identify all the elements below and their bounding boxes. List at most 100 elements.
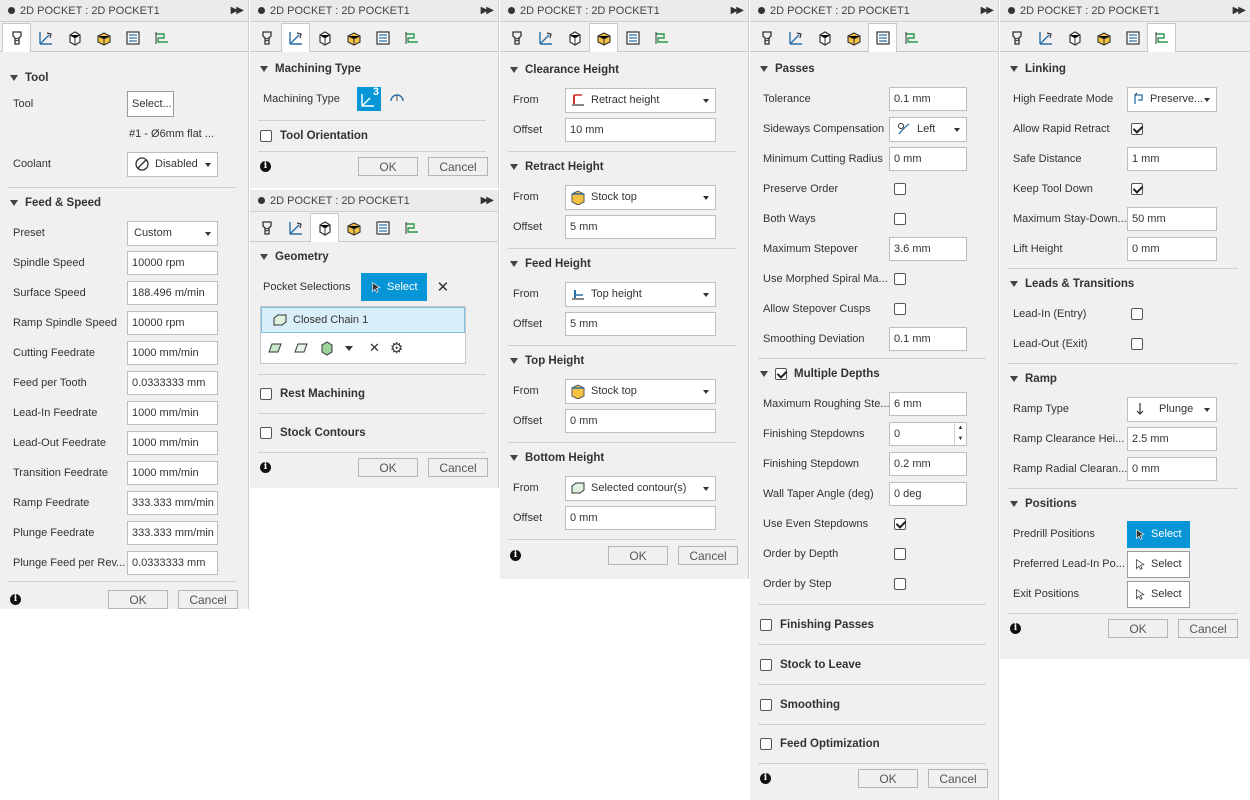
tab-machining[interactable] [31,24,60,51]
body-select-icon[interactable] [319,340,335,356]
fast-forward-icon[interactable]: ▶▶ [481,5,494,16]
info-icon[interactable]: i [760,772,771,784]
tab-geometry[interactable] [310,24,339,51]
tab-passes[interactable] [1118,24,1147,51]
tab-machining[interactable] [281,23,310,52]
safe-input[interactable]: 1 mm [1127,147,1217,171]
preserve-order-checkbox[interactable] [894,183,906,195]
height-from-select[interactable]: Stock top [565,378,716,404]
tab-linking[interactable] [897,24,926,51]
section-smoothing[interactable]: Smoothing [750,685,998,724]
tab-tool[interactable] [1002,24,1031,51]
height-from-select[interactable]: Stock top [565,184,716,210]
ok-button[interactable]: OK [1108,619,1168,638]
stock-leave-checkbox[interactable] [760,658,772,671]
machining-3axis-button[interactable]: 3 [357,86,381,111]
info-icon[interactable]: i [260,160,271,172]
tab-geometry[interactable] [1060,24,1089,51]
tab-tool[interactable] [752,24,781,51]
feed-field-input[interactable]: 1000 mm/min [127,401,218,425]
feed-field-input[interactable]: 10000 rpm [127,311,218,335]
chevron-down-icon[interactable] [345,345,353,351]
cancel-button[interactable]: Cancel [678,546,738,565]
height-offset-input[interactable]: 5 mm [565,312,716,336]
feed-field-input[interactable]: 188.496 m/min [127,281,218,305]
fast-forward-icon[interactable]: ▶▶ [1233,5,1246,16]
fast-forward-icon[interactable]: ▶▶ [231,5,244,16]
pref-lead-select-button[interactable]: Select [1127,550,1190,578]
section-linking[interactable]: Linking [1000,54,1250,84]
height-offset-input[interactable]: 10 mm [565,118,716,142]
both-ways-checkbox[interactable] [894,213,906,225]
tab-linking[interactable] [1147,23,1176,52]
max-stepover-input[interactable]: 3.6 mm [889,237,967,261]
tab-machining[interactable] [781,24,810,51]
rest-machining-checkbox[interactable] [260,388,272,400]
tab-linking[interactable] [397,214,426,241]
predrill-select-button[interactable]: Select [1127,520,1190,548]
tab-tool[interactable] [502,24,531,51]
height-from-select[interactable]: Top height [565,281,716,307]
section-stock-contours[interactable]: Stock Contours [250,414,498,452]
stepper-arrows[interactable]: ▲ ▼ [954,423,966,445]
section-geometry[interactable]: Geometry [250,242,498,272]
ramp-type-select[interactable]: Plunge [1127,396,1217,422]
tab-passes[interactable] [368,24,397,51]
tab-passes[interactable] [368,214,397,241]
tab-heights[interactable] [589,23,618,52]
ok-button[interactable]: OK [858,769,918,788]
tab-tool[interactable] [252,24,281,51]
face-select-icon[interactable] [267,340,283,356]
tab-linking[interactable] [147,24,176,51]
tab-passes[interactable] [118,24,147,51]
even-checkbox[interactable] [894,518,906,530]
keep-checkbox[interactable] [1131,183,1143,195]
fin-stepdown-input[interactable]: 0.2 mm [889,452,967,476]
cancel-button[interactable]: Cancel [928,769,988,788]
tab-geometry[interactable] [310,213,339,242]
tab-passes[interactable] [618,24,647,51]
tolerance-input[interactable]: 0.1 mm [889,87,967,111]
tab-machining[interactable] [1031,24,1060,51]
preset-select[interactable]: Custom [127,220,218,246]
rapid-checkbox[interactable] [1131,123,1143,135]
cusps-checkbox[interactable] [894,303,906,315]
multiple-depths-checkbox[interactable] [775,368,787,380]
section-feed-optimization[interactable]: Feed Optimization [750,725,998,763]
stock-contours-checkbox[interactable] [260,427,272,439]
tool-orientation-checkbox[interactable] [260,130,272,142]
hf-mode-select[interactable]: Preserve... [1127,86,1217,112]
ramp-clear-input[interactable]: 2.5 mm [1127,427,1217,451]
height-from-select[interactable]: Retract height [565,87,716,113]
feed-field-input[interactable]: 1000 mm/min [127,341,218,365]
edge-select-icon[interactable] [293,340,309,356]
feed-field-input[interactable]: 0.0333333 mm [127,551,218,575]
fast-forward-icon[interactable]: ▶▶ [731,5,744,16]
section-finishing-passes[interactable]: Finishing Passes [750,605,998,644]
tab-heights[interactable] [339,24,368,51]
tab-tool[interactable] [252,214,281,241]
by-depth-checkbox[interactable] [894,548,906,560]
tab-linking[interactable] [647,24,676,51]
tab-tool[interactable] [2,23,31,52]
section-positions[interactable]: Positions [1000,489,1250,519]
tab-heights[interactable] [89,24,118,51]
cancel-button[interactable]: Cancel [178,590,238,609]
cancel-button[interactable]: Cancel [428,458,488,477]
tab-heights[interactable] [1089,24,1118,51]
feed-field-input[interactable]: 1000 mm/min [127,431,218,455]
info-icon[interactable]: i [260,461,271,473]
ramp-radial-input[interactable]: 0 mm [1127,457,1217,481]
by-step-checkbox[interactable] [894,578,906,590]
feed-field-input[interactable]: 1000 mm/min [127,461,218,485]
feed-field-input[interactable]: 333.333 mm/min [127,491,218,515]
height-offset-input[interactable]: 0 mm [565,506,716,530]
wall-taper-input[interactable]: 0 deg [889,482,967,506]
tool-select-button[interactable]: Select... [127,91,174,117]
info-icon[interactable]: i [1010,622,1021,634]
section-tool-orientation[interactable]: Tool Orientation [250,121,498,151]
height-section-header[interactable]: Feed Height [500,249,748,279]
ok-button[interactable]: OK [358,157,418,176]
morphed-checkbox[interactable] [894,273,906,285]
fast-forward-icon[interactable]: ▶▶ [481,195,494,206]
